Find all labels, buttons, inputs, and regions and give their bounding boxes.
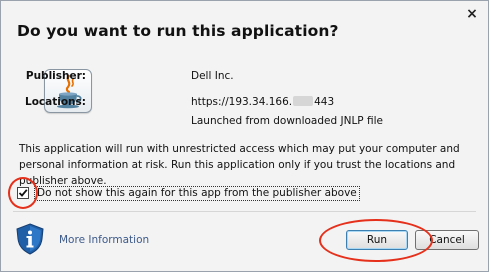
publisher-label: Publisher: xyxy=(25,70,86,82)
cancel-button[interactable]: Cancel xyxy=(415,230,479,250)
location-url-prefix: https://193.34.166. xyxy=(191,96,293,108)
dialog-title: Do you want to run this application? xyxy=(17,22,339,40)
divider xyxy=(13,211,476,212)
run-button[interactable]: Run xyxy=(346,230,408,250)
location-url: https://193.34.166. 443 xyxy=(191,96,334,108)
location-note: Launched from downloaded JNLP file xyxy=(191,115,383,127)
warning-text: This application will run with unrestric… xyxy=(19,143,460,187)
locations-label: Locations: xyxy=(25,96,86,108)
more-information-link[interactable]: More Information xyxy=(59,234,149,246)
shield-info-icon xyxy=(15,223,45,255)
do-not-show-label[interactable]: Do not show this again for this app from… xyxy=(34,186,360,201)
do-not-show-checkbox[interactable] xyxy=(17,187,29,199)
location-url-suffix: 443 xyxy=(314,96,335,108)
checkmark-icon xyxy=(18,189,28,197)
publisher-value: Dell Inc. xyxy=(191,70,234,82)
redaction-mask xyxy=(293,96,314,106)
security-dialog: × Do you want to run this application? P… xyxy=(0,0,489,272)
close-icon[interactable]: × xyxy=(464,6,480,22)
